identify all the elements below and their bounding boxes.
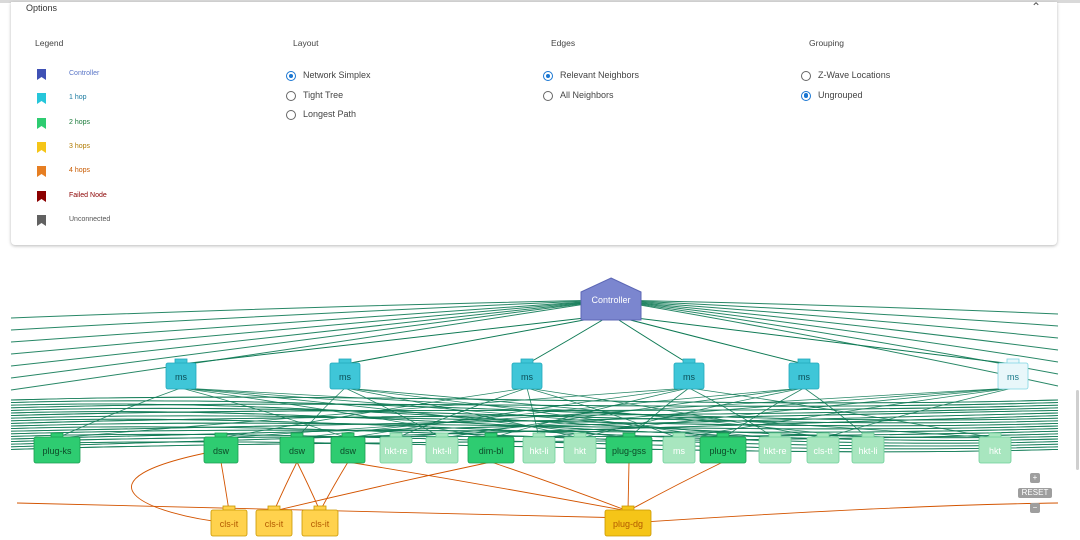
radio-circle-icon[interactable] [286, 110, 296, 120]
hop1-node: ms [329, 358, 361, 390]
scrollbar[interactable] [1076, 390, 1079, 470]
hop2-node: hkt-li [522, 432, 556, 464]
radio-circle-icon[interactable] [801, 90, 811, 101]
hop2-node: hkt-re [379, 432, 413, 464]
radio-circle-icon[interactable] [286, 90, 296, 101]
edges-heading: Edges [551, 38, 576, 48]
svg-text:plug-gss: plug-gss [612, 446, 647, 456]
hop1-node: ms [165, 358, 197, 390]
svg-text:cls-tt: cls-tt [814, 446, 833, 456]
legend-item-label: 3 hops [69, 142, 91, 150]
svg-text:ms: ms [673, 446, 685, 456]
hop1-node: ms [788, 358, 820, 390]
svg-text:ms: ms [521, 372, 533, 382]
svg-text:dsw: dsw [289, 446, 306, 456]
bookmark-icon [37, 141, 46, 153]
hop2-node: dsw [203, 432, 239, 464]
controller-node-label: Controller [591, 295, 630, 305]
hop1-node: ms [511, 358, 543, 390]
svg-text:dim-bl: dim-bl [479, 446, 504, 456]
svg-text:plug-dg: plug-dg [613, 519, 643, 529]
bookmark-icon [37, 190, 46, 202]
hop1-node: ms [673, 358, 705, 390]
hop2-node: hkt [563, 432, 597, 464]
legend-item-label: Unconnected [69, 215, 111, 223]
hop2-node: plug-gss [605, 432, 653, 464]
svg-text:dsw: dsw [340, 446, 357, 456]
hop1-node: ms [997, 358, 1029, 390]
radio-circle-icon[interactable] [286, 71, 296, 81]
svg-text:plug-tv: plug-tv [709, 446, 737, 456]
svg-text:plug-ks: plug-ks [42, 446, 72, 456]
edges-radio-label: All Neighbors [560, 89, 614, 100]
legend-item-label: 2 hops [69, 118, 91, 126]
svg-text:hkt: hkt [574, 446, 587, 456]
collapse-chevron-icon[interactable]: ⌃ [1031, 0, 1041, 14]
legend-heading: Legend [35, 38, 64, 48]
hop3-node: cls-it [255, 505, 293, 537]
hop2-node: hkt-li [425, 432, 459, 464]
radio-circle-icon[interactable] [801, 71, 811, 81]
hop2-node: dsw [330, 432, 366, 464]
bookmark-icon [37, 69, 46, 80]
svg-text:ms: ms [1007, 372, 1019, 382]
hop2-node: hkt-li [851, 432, 885, 464]
grouping-radio-label: Z-Wave Locations [818, 70, 891, 80]
grouping-heading: Grouping [809, 38, 844, 48]
hop2-node: plug-ks [33, 432, 81, 464]
layout-radio-label: Network Simplex [303, 70, 371, 80]
svg-text:hkt-re: hkt-re [384, 446, 407, 456]
legend-item-label: Controller [69, 70, 100, 77]
network-graph[interactable]: Controller ms ms ms ms ms ms plug-ks dsw dsw dsw hk… [0, 250, 1080, 540]
radio-circle-icon[interactable] [543, 71, 553, 81]
svg-text:ms: ms [683, 372, 695, 382]
reset-zoom-button[interactable]: RESET [1018, 488, 1052, 498]
layout-heading: Layout [293, 38, 319, 48]
svg-text:ms: ms [175, 372, 187, 382]
options-title: Options [26, 3, 58, 13]
hop3-node: cls-it [210, 505, 248, 537]
hop2-node: hkt-re [758, 432, 792, 464]
legend-item-label: 1 hop [69, 94, 87, 102]
radio-circle-icon[interactable] [543, 90, 553, 101]
svg-text:cls-it: cls-it [265, 519, 284, 529]
layout-radio-label: Longest Path [303, 109, 357, 119]
zoom-in-button[interactable]: + [1030, 473, 1040, 483]
hop3-node: cls-it [301, 505, 339, 537]
options-panel: Options ⌃ Legend Layout Edges Grouping C… [11, 0, 1057, 245]
layout-radio-label: Tight Tree [303, 89, 344, 100]
bookmark-icon [37, 93, 46, 105]
svg-text:hkt: hkt [989, 446, 1002, 456]
hop2-node: dim-bl [467, 432, 515, 464]
svg-text:cls-it: cls-it [220, 519, 239, 529]
hop2-node: dsw [279, 432, 315, 464]
svg-text:hkt-li: hkt-li [529, 446, 548, 456]
edges-radio-label: Relevant Neighbors [560, 70, 640, 80]
grouping-radio-label: Ungrouped [818, 89, 863, 100]
hop2-node: hkt [978, 432, 1012, 464]
svg-text:ms: ms [798, 372, 810, 382]
svg-text:cls-it: cls-it [311, 519, 330, 529]
bookmark-icon [37, 214, 46, 226]
legend-item-label: 4 hops [69, 167, 91, 175]
hop3-node: plug-dg [604, 505, 652, 537]
svg-text:ms: ms [339, 372, 351, 382]
svg-text:hkt-li: hkt-li [858, 446, 877, 456]
hop2-node: cls-tt [806, 432, 840, 464]
bookmark-icon [37, 166, 46, 178]
svg-text:dsw: dsw [213, 446, 230, 456]
legend-item-label: Failed Node [69, 191, 107, 199]
graph-edges [10, 299, 1059, 524]
svg-text:hkt-li: hkt-li [432, 446, 451, 456]
hop2-node: ms [662, 432, 696, 464]
hop2-node: plug-tv [699, 432, 747, 464]
bookmark-icon [37, 117, 46, 129]
zoom-out-button[interactable]: − [1030, 503, 1040, 513]
svg-text:hkt-re: hkt-re [763, 446, 786, 456]
